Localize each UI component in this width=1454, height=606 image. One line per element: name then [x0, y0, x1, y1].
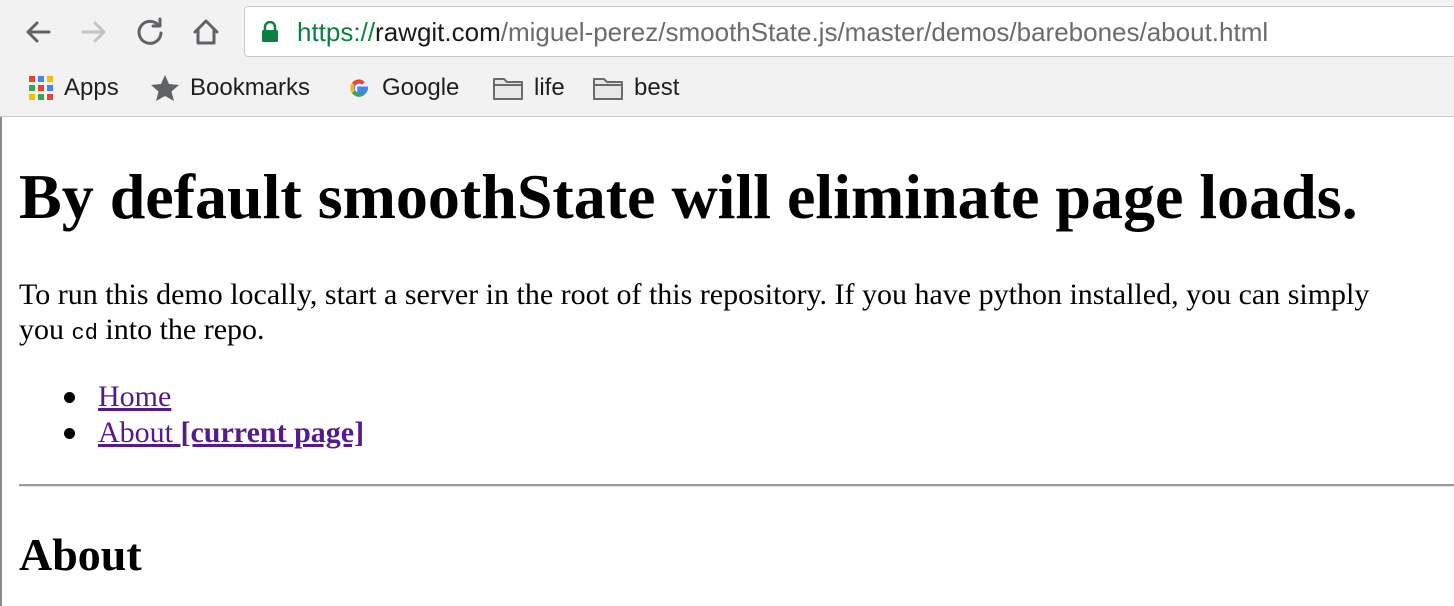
bookmark-bookmarks[interactable]: Bookmarks [150, 68, 310, 108]
bookmark-apps-label: Apps [64, 74, 119, 101]
bookmark-best-label: best [634, 74, 680, 101]
bookmark-apps[interactable]: Apps [28, 68, 119, 108]
intro-line-2-start: you [19, 313, 72, 346]
intro-line-1: To run this demo locally, start a server… [19, 278, 1370, 311]
browser-toolbar: https://rawgit.com/miguel-perez/smoothSt… [0, 0, 1454, 117]
folder-icon [493, 78, 523, 100]
url-text: https://rawgit.com/miguel-perez/smoothSt… [297, 17, 1268, 47]
bookmark-google[interactable]: Google [346, 68, 459, 108]
apps-grid-icon [29, 76, 53, 100]
back-arrow-icon [26, 21, 51, 43]
bookmark-folder-life[interactable]: life [492, 68, 565, 108]
bookmark-folder-best[interactable]: best [592, 68, 679, 108]
cd-command: cd [71, 321, 98, 346]
page-nav-list: Home About [current page] [60, 379, 364, 451]
bookmark-bookmarks-label: Bookmarks [190, 74, 311, 101]
reload-icon [137, 17, 163, 45]
list-item: Home [60, 379, 364, 415]
forward-arrow-icon [81, 21, 106, 43]
current-page-marker: [current page] [180, 416, 365, 449]
back-button[interactable] [20, 14, 56, 50]
section-title: About [19, 529, 142, 580]
page-content: By default smoothState will eliminate pa… [0, 117, 1454, 606]
about-link[interactable]: About [current page] [98, 416, 364, 449]
page-title: By default smoothState will eliminate pa… [19, 161, 1358, 232]
address-bar[interactable]: https://rawgit.com/miguel-perez/smoothSt… [244, 6, 1454, 57]
horizontal-rule [19, 484, 1454, 487]
bookmark-google-label: Google [382, 74, 460, 101]
home-icon [193, 19, 219, 45]
lock-icon [262, 21, 278, 42]
bookmarks-bar: Apps Bookmarks Google life best [0, 68, 1454, 108]
url-scheme: https:// [297, 17, 376, 47]
forward-button[interactable] [76, 14, 112, 50]
list-item: About [current page] [60, 415, 364, 451]
url-host: rawgit.com [375, 17, 501, 47]
home-link[interactable]: Home [98, 380, 171, 413]
folder-icon [593, 78, 623, 100]
bullet [64, 428, 75, 439]
url-path: /miguel-perez/smoothState.js/master/demo… [500, 17, 1269, 47]
about-link-label: About [98, 416, 173, 449]
star-icon [151, 75, 179, 101]
home-button[interactable] [188, 14, 224, 50]
intro-paragraph: To run this demo locally, start a server… [19, 277, 1369, 351]
reload-button[interactable] [132, 14, 168, 50]
bullet [64, 392, 75, 403]
google-icon [350, 79, 369, 97]
intro-line-2-end: into the repo. [97, 313, 265, 346]
page-edge [0, 117, 2, 606]
bookmark-life-label: life [534, 74, 565, 101]
